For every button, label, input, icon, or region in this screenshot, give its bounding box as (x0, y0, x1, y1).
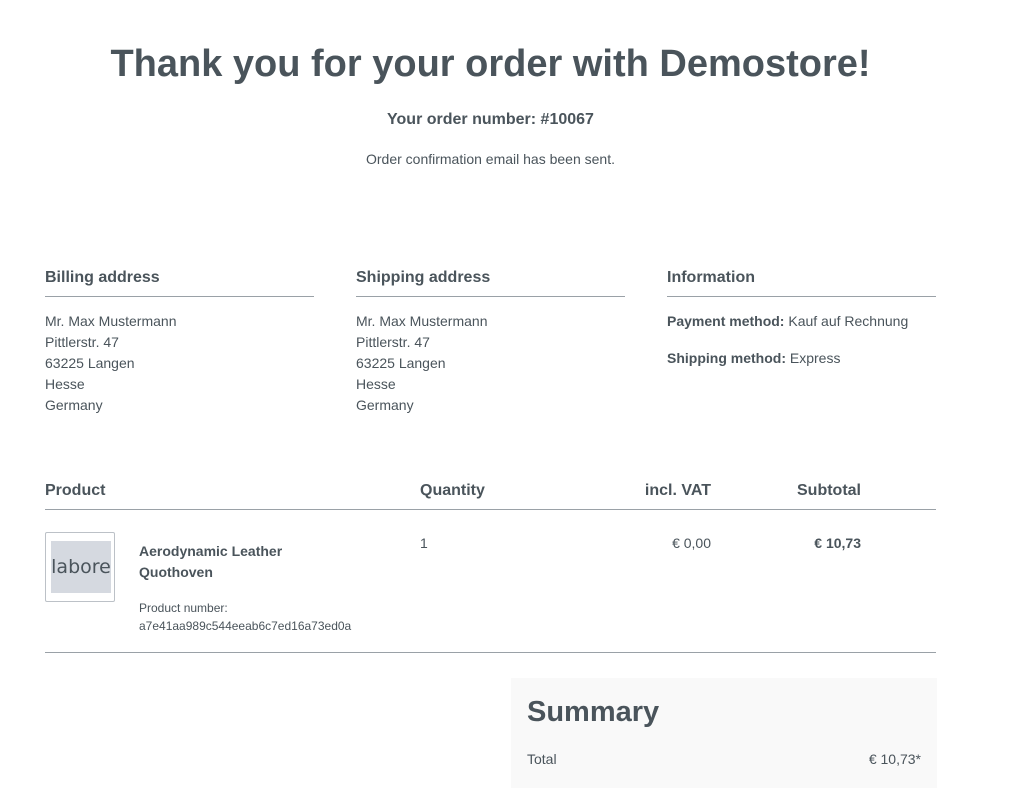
product-column-header: Product (45, 482, 106, 499)
shipping-address-line: Pittlerstr. 47 (356, 334, 430, 350)
billing-address-heading: Billing address (45, 268, 314, 297)
confirmation-message: Order confirmation email has been sent. (365, 151, 615, 167)
item-quantity: 1 (420, 535, 428, 551)
quantity-column-header: Quantity (420, 482, 485, 499)
billing-address: Billing address Mr. Max Mustermann Pittl… (45, 268, 314, 416)
vat-column-header: incl. VAT (644, 482, 711, 499)
product-thumbnail[interactable]: labore (45, 532, 115, 602)
shipping-method: Shipping method: Express (667, 348, 936, 369)
shipping-address-line: Germany (356, 397, 414, 413)
shipping-address-line: 63225 Langen (356, 355, 446, 371)
product-number-label: Product number: (139, 601, 228, 615)
billing-address-line: Pittlerstr. 47 (45, 334, 119, 350)
payment-method-label: Payment method: (667, 313, 785, 329)
item-vat: € 0,00 (672, 535, 711, 551)
payment-method: Payment method: Kauf auf Rechnung (667, 311, 936, 332)
shipping-address: Shipping address Mr. Max Mustermann Pitt… (356, 268, 625, 416)
billing-address-line: Hesse (45, 376, 85, 392)
shipping-address-heading: Shipping address (356, 268, 625, 297)
shipping-address-line: Hesse (356, 376, 396, 392)
item-subtotal: € 10,73 (814, 535, 861, 551)
shipping-method-label: Shipping method: (667, 350, 786, 366)
product-image: labore (51, 541, 111, 593)
shipping-address-line: Mr. Max Mustermann (356, 313, 488, 329)
subtotal-column-header: Subtotal (797, 482, 861, 499)
page-title: Thank you for your order with Demostore! (110, 43, 871, 85)
billing-address-line: 63225 Langen (45, 355, 135, 371)
summary-total-value: € 10,73* (868, 751, 921, 767)
product-number-value: a7e41aa989c544eeab6c7ed16a73ed0a (139, 619, 352, 633)
information-heading: Information (667, 268, 936, 297)
order-summary: Summary Total € 10,73* (511, 678, 937, 788)
order-number: Your order number: #10067 (387, 111, 594, 128)
line-items-header: Product Quantity incl. VAT Subtotal (45, 480, 936, 510)
billing-address-line: Germany (45, 397, 103, 413)
summary-title: Summary (527, 696, 660, 728)
billing-address-line: Mr. Max Mustermann (45, 313, 177, 329)
order-information: Information Payment method: Kauf auf Rec… (667, 268, 936, 385)
payment-method-value: Kauf auf Rechnung (788, 313, 909, 329)
summary-total-label: Total (527, 751, 557, 767)
line-item-row: labore Aerodynamic Leather Quothoven Pro… (45, 510, 936, 653)
product-name-link[interactable]: Aerodynamic Leather Quothoven (139, 541, 319, 583)
shipping-method-value: Express (789, 350, 841, 366)
